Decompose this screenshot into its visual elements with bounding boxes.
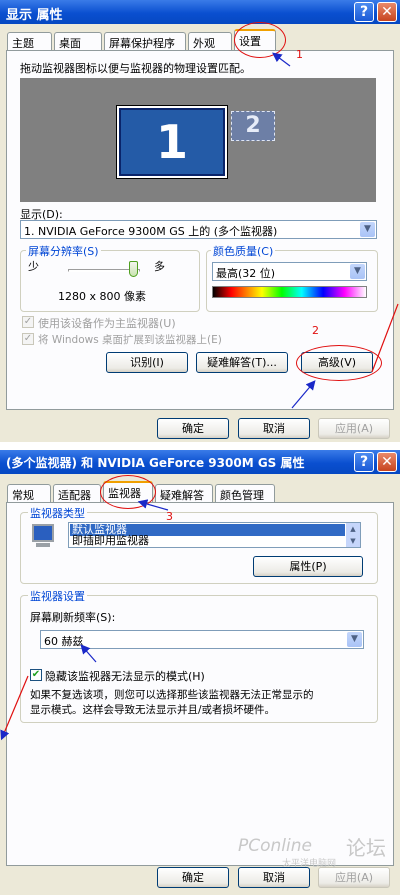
arrow-to-refresh-rate: [80, 644, 97, 663]
annotation-arrows: [0, 52, 399, 741]
arrow-to-settings-tab: [272, 52, 291, 67]
red-line-dialog2: [0, 675, 29, 741]
red-line-dialog1: [371, 303, 399, 373]
arrow-to-advanced-button: [291, 380, 316, 409]
arrow-to-monitor-tab: [137, 499, 169, 511]
